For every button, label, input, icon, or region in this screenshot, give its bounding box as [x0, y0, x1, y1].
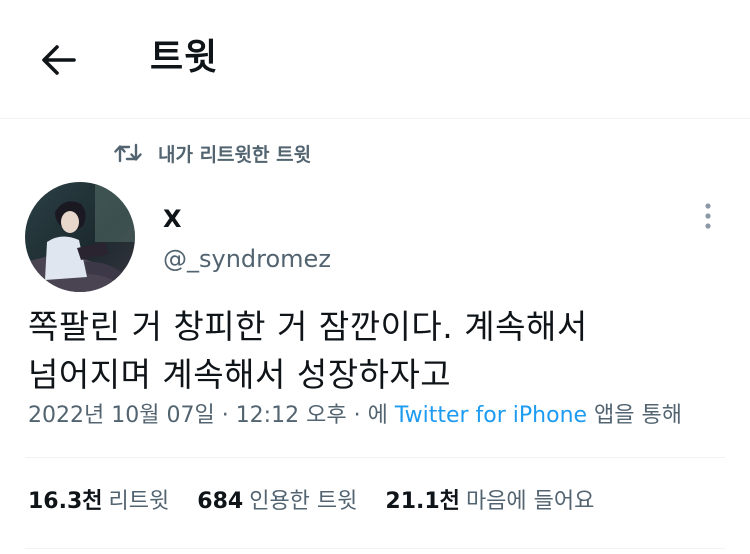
likes-count: 21.1천	[385, 489, 460, 514]
tweet-stats: 16.3천 리트윗 684 인용한 트윗 21.1천 마음에 들어요	[28, 486, 594, 518]
arrow-left-icon	[42, 45, 76, 75]
via-suffix: 앱을 통해	[594, 403, 683, 428]
tweet-date[interactable]: 2022년 10월 07일	[28, 403, 215, 428]
quotes-label: 인용한 트윗	[249, 489, 358, 514]
back-button[interactable]	[36, 40, 80, 80]
more-vertical-icon	[705, 203, 711, 229]
more-options-button[interactable]	[692, 198, 724, 234]
avatar[interactable]	[25, 182, 135, 292]
quotes-stat[interactable]: 684 인용한 트윗	[197, 486, 357, 518]
quotes-count: 684	[197, 489, 244, 514]
retweets-label: 리트윗	[108, 489, 170, 514]
client-link[interactable]: Twitter for iPhone	[395, 403, 587, 428]
tweet-time[interactable]: 12:12 오후	[236, 403, 347, 428]
likes-stat[interactable]: 21.1천 마음에 들어요	[385, 486, 594, 518]
divider	[25, 548, 725, 549]
likes-label: 마음에 들어요	[465, 489, 595, 514]
meta-separator: ·	[221, 403, 229, 428]
retweet-context-label: 내가 리트윗한 트윗	[158, 143, 312, 166]
retweets-stat[interactable]: 16.3천 리트윗	[28, 486, 169, 518]
retweet-icon	[114, 143, 142, 163]
meta-separator: ·	[353, 403, 361, 428]
header-divider	[0, 118, 750, 119]
retweet-context[interactable]: 내가 리트윗한 트윗	[114, 138, 311, 168]
via-prefix: 에	[367, 403, 388, 428]
page-title: 트윗	[150, 37, 219, 78]
tweet-text-line: 쪽팔린 거 창피한 거 잠깐이다. 계속해서	[28, 307, 588, 346]
tweet-meta: 2022년 10월 07일 · 12:12 오후 · 에 Twitter for…	[28, 400, 682, 432]
author-name[interactable]: X	[163, 204, 182, 234]
author-handle[interactable]: @_syndromez	[163, 244, 331, 274]
retweets-count: 16.3천	[28, 489, 103, 514]
tweet-text-line: 넘어지며 계속해서 성장하자고	[28, 355, 452, 394]
tweet-text: 쪽팔린 거 창피한 거 잠깐이다. 계속해서 넘어지며 계속해서 성장하자고	[28, 303, 728, 399]
divider	[25, 457, 725, 458]
header: 트윗	[0, 0, 750, 118]
